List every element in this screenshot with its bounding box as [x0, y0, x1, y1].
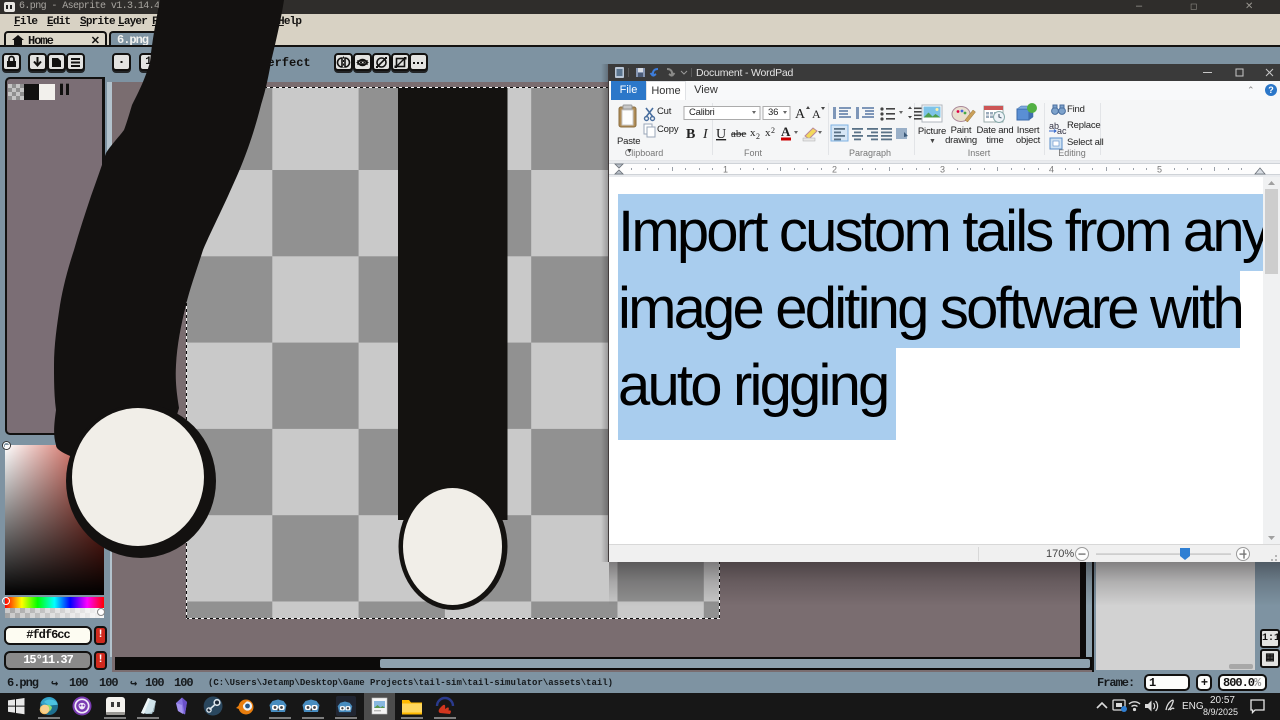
svg-text:2: 2 — [756, 132, 760, 141]
svg-text:B: B — [686, 127, 695, 142]
svg-text:A: A — [795, 107, 806, 122]
svg-text:ac: ac — [1057, 126, 1067, 136]
svg-text:1: 1 — [723, 165, 728, 175]
svg-text:2: 2 — [832, 165, 837, 175]
svg-text:2: 2 — [771, 126, 775, 135]
svg-text:abe: abe — [731, 128, 746, 140]
svg-text:A: A — [781, 124, 791, 139]
svg-text:U: U — [716, 127, 726, 142]
svg-text:3: 3 — [940, 165, 945, 175]
svg-text:A: A — [812, 107, 821, 121]
svg-text:4: 4 — [1049, 165, 1054, 175]
svg-text:5: 5 — [1157, 165, 1162, 175]
svg-text:I: I — [702, 127, 709, 142]
